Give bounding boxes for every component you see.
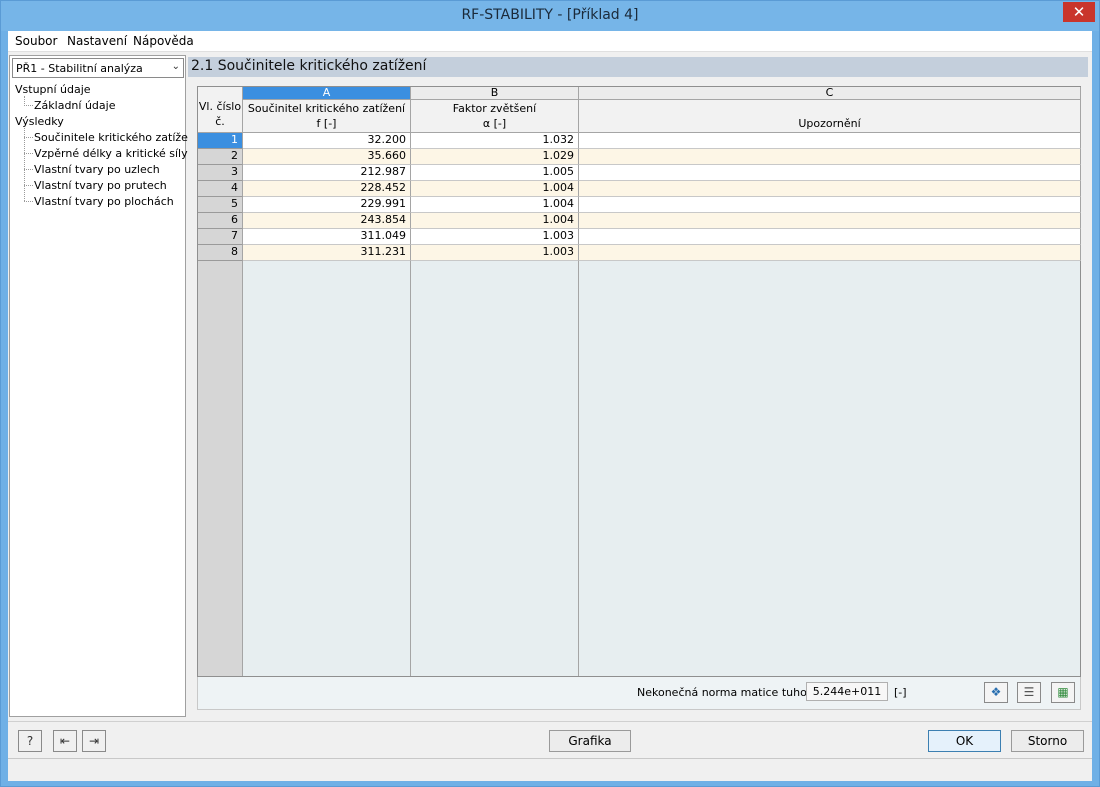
column-letter-b[interactable]: B: [411, 87, 579, 100]
column-letter-c[interactable]: C: [579, 87, 1081, 100]
cell-note[interactable]: [579, 229, 1081, 245]
cell-critical-load-factor[interactable]: 35.660: [243, 149, 411, 165]
tree-item-buckling-lengths[interactable]: Vzpěrné délky a kritické síly: [34, 147, 188, 160]
row-number[interactable]: 2: [198, 149, 243, 165]
tree-item-mode-shapes-surfaces[interactable]: Vlastní tvary po plochách: [34, 195, 174, 208]
cell-amplification-factor[interactable]: 1.003: [411, 245, 579, 261]
window-title: RF-STABILITY - [Příklad 4]: [461, 7, 639, 23]
rownum-header-line1: Vl. číslo: [198, 100, 242, 113]
grafika-button[interactable]: Grafika: [549, 730, 631, 752]
column-header-a: Součinitel kritického zatížení f [-]: [243, 100, 411, 133]
rownum-column-empty: [198, 261, 243, 676]
tree-item-mode-shapes-members[interactable]: Vlastní tvary po prutech: [34, 179, 167, 192]
cell-critical-load-factor[interactable]: 311.231: [243, 245, 411, 261]
status-bar: [8, 758, 1092, 780]
title-bar[interactable]: RF-STABILITY - [Příklad 4] ✕: [1, 1, 1099, 31]
column-header-b-line1: Faktor zvětšení: [452, 102, 537, 115]
tree-connector: [24, 105, 33, 106]
cell-note[interactable]: [579, 245, 1081, 261]
row-number[interactable]: 5: [198, 197, 243, 213]
row-number[interactable]: 1: [198, 133, 243, 149]
cell-critical-load-factor[interactable]: 228.452: [243, 181, 411, 197]
cell-note[interactable]: [579, 165, 1081, 181]
row-number[interactable]: 8: [198, 245, 243, 261]
column-letter-a[interactable]: A: [243, 87, 411, 100]
cell-critical-load-factor[interactable]: 243.854: [243, 213, 411, 229]
menu-napoveda[interactable]: Nápověda: [133, 34, 194, 48]
row-number[interactable]: 7: [198, 229, 243, 245]
cell-critical-load-factor[interactable]: 311.049: [243, 229, 411, 245]
cell-note[interactable]: [579, 197, 1081, 213]
rownum-header: Vl. číslo č.: [198, 87, 243, 133]
column-header-b: Faktor zvětšení α [-]: [411, 100, 579, 133]
column-header-a-line2: f [-]: [316, 117, 337, 130]
cell-note[interactable]: [579, 133, 1081, 149]
navigator-panel: PŘ1 - Stabilitní analýza ⌄ Vstupní údaje…: [9, 55, 198, 717]
tree-connector: [24, 185, 33, 186]
section-title: 2.1 Součinitele kritického zatížení: [188, 57, 1088, 77]
menu-nastaveni[interactable]: Nastavení: [67, 34, 127, 48]
column-settings-icon[interactable]: ☰: [1017, 682, 1041, 703]
tree-connector: [24, 128, 25, 201]
cancel-button[interactable]: Storno: [1011, 730, 1084, 752]
cell-amplification-factor[interactable]: 1.004: [411, 213, 579, 229]
case-select[interactable]: PŘ1 - Stabilitní analýza ⌄: [12, 58, 184, 78]
column-header-b-line2: α [-]: [482, 117, 507, 130]
excel-export-icon[interactable]: ▦: [1051, 682, 1075, 703]
tree-group-results[interactable]: Výsledky: [15, 115, 64, 128]
tree-connector: [24, 201, 33, 202]
previous-icon[interactable]: ⇤: [53, 730, 77, 752]
row-number[interactable]: 6: [198, 213, 243, 229]
column-header-c-label: Upozornění: [798, 117, 861, 130]
tree-connector: [24, 169, 33, 170]
cell-note[interactable]: [579, 181, 1081, 197]
tree-item-critical-load-factors[interactable]: Součinitele kritického zatížení: [34, 131, 198, 144]
stiffness-norm-unit: [-]: [894, 686, 907, 699]
tree-item-zakladni-udaje[interactable]: Základní údaje: [34, 99, 115, 112]
client-area: Soubor Nastavení Nápověda PŘ1 - Stabilit…: [8, 31, 1092, 781]
column-a-empty: [243, 261, 411, 676]
stiffness-norm-label: Nekonečná norma matice tuhosti:: [637, 686, 824, 699]
cell-amplification-factor[interactable]: 1.032: [411, 133, 579, 149]
cell-critical-load-factor[interactable]: 32.200: [243, 133, 411, 149]
menu-soubor[interactable]: Soubor: [15, 34, 57, 48]
tree-item-mode-shapes-nodes[interactable]: Vlastní tvary po uzlech: [34, 163, 160, 176]
tree-connector: [24, 137, 33, 138]
chevron-down-icon[interactable]: ⌄: [172, 61, 180, 72]
cell-amplification-factor[interactable]: 1.004: [411, 181, 579, 197]
cell-amplification-factor[interactable]: 1.005: [411, 165, 579, 181]
cell-critical-load-factor[interactable]: 229.991: [243, 197, 411, 213]
stiffness-norm-value: 5.244e+011: [806, 682, 888, 701]
next-icon[interactable]: ⇥: [82, 730, 106, 752]
dialog-buttons: ? ⇤ ⇥ Grafika OK Storno: [8, 721, 1092, 761]
results-table: Vl. číslo č. A B C Součinitel kritického…: [197, 86, 1081, 677]
close-button[interactable]: ✕: [1063, 2, 1095, 22]
cell-note[interactable]: [579, 149, 1081, 165]
filter-icon[interactable]: ❖: [984, 682, 1008, 703]
column-header-a-line1: Součinitel kritického zatížení: [247, 102, 406, 115]
table-footer: Nekonečná norma matice tuhosti: 5.244e+0…: [197, 677, 1081, 710]
cell-amplification-factor[interactable]: 1.029: [411, 149, 579, 165]
cell-amplification-factor[interactable]: 1.003: [411, 229, 579, 245]
rownum-header-line2: č.: [215, 115, 225, 128]
column-header-c: Upozornění: [579, 100, 1081, 133]
app-window: RF-STABILITY - [Příklad 4] ✕ Soubor Nast…: [0, 0, 1100, 787]
help-icon[interactable]: ?: [18, 730, 42, 752]
tree-group-input[interactable]: Vstupní údaje: [15, 83, 91, 96]
cell-amplification-factor[interactable]: 1.004: [411, 197, 579, 213]
row-number[interactable]: 3: [198, 165, 243, 181]
case-select-value: PŘ1 - Stabilitní analýza: [16, 62, 143, 75]
tree-connector: [24, 153, 33, 154]
cell-note[interactable]: [579, 213, 1081, 229]
cell-critical-load-factor[interactable]: 212.987: [243, 165, 411, 181]
column-b-empty: [411, 261, 579, 676]
ok-button[interactable]: OK: [928, 730, 1001, 752]
row-number[interactable]: 4: [198, 181, 243, 197]
menu-bar: Soubor Nastavení Nápověda: [8, 31, 1092, 52]
results-panel: 2.1 Součinitele kritického zatížení Vl. …: [188, 55, 1092, 717]
